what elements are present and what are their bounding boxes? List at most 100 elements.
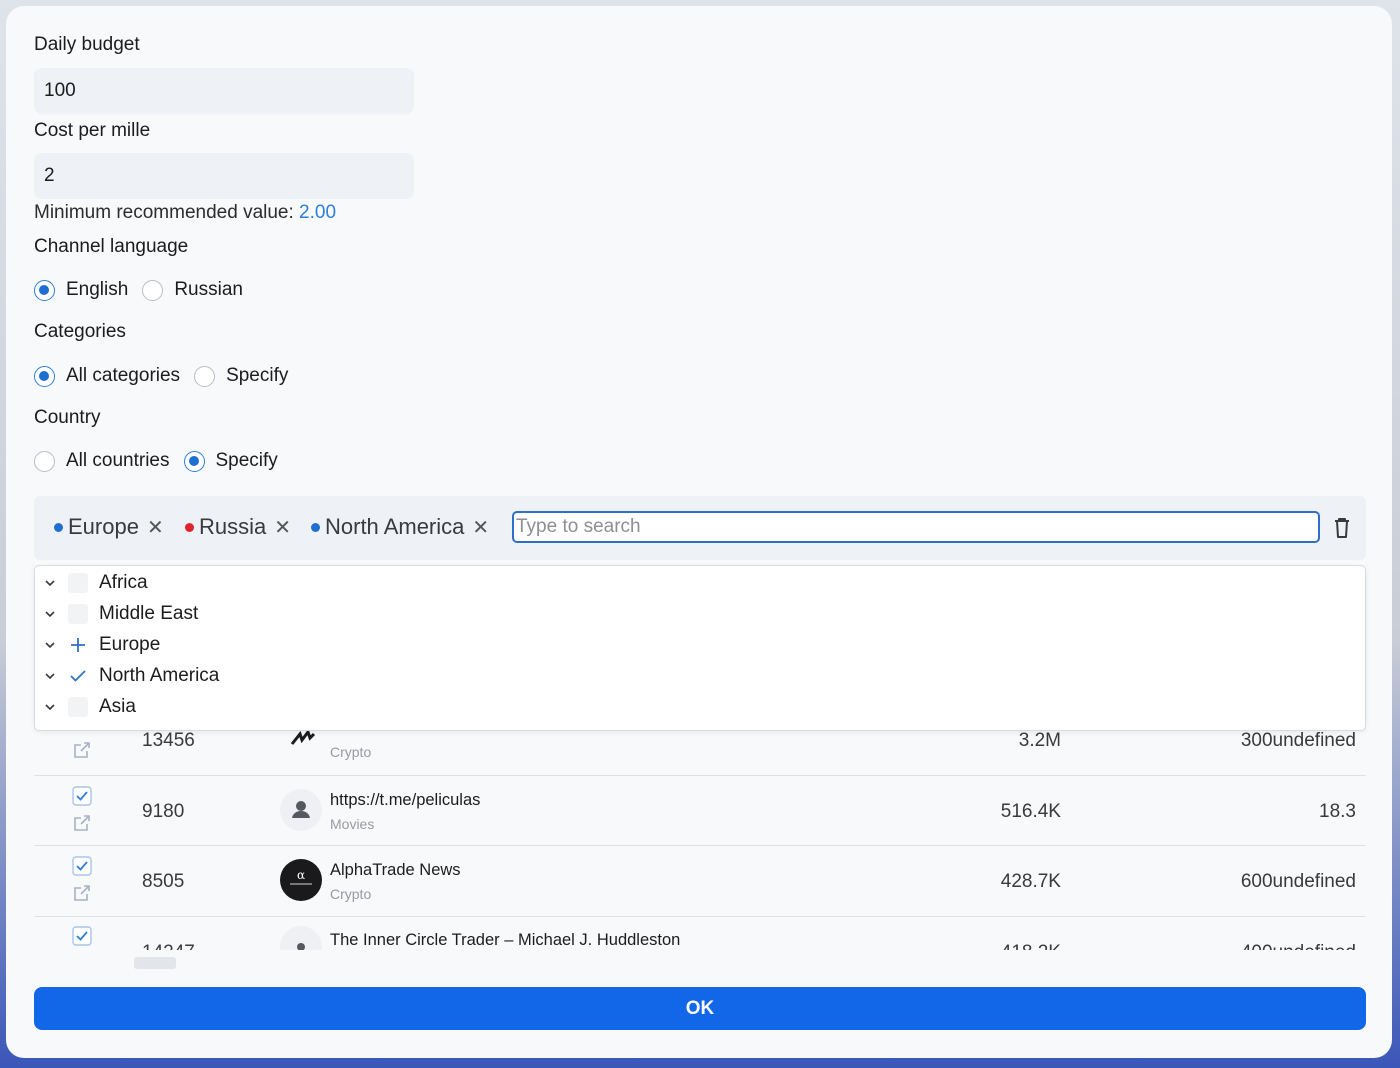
chevron-down-icon[interactable] [43,576,57,590]
daily-budget-input[interactable]: 100 [34,68,414,114]
chevron-down-icon[interactable] [43,700,57,714]
channel-subscribers: 516.4K [1000,801,1061,822]
channel-name[interactable]: https://t.me/peliculas [330,791,480,810]
tag-dot [185,522,194,532]
tree-item-label: Africa [99,572,148,593]
categories-label: Categories [34,321,126,342]
min-recommended-prefix: Minimum recommended value: [34,202,294,223]
country-tag-russia: Russia ✕ [185,510,291,544]
channel-subscribers: 418.2K [1001,942,1061,950]
row-checkbox[interactable] [72,926,92,946]
cpm-label: Cost per mille [34,120,151,141]
tag-label: Europe [68,514,139,539]
channel-price: 300undefined [1240,730,1356,751]
channel-id: 13456 [142,730,195,751]
svg-text:α: α [297,868,305,882]
country-search-input[interactable] [512,511,1320,543]
row-checkbox[interactable] [72,786,92,806]
radio-english[interactable]: English [34,279,128,301]
chevron-down-icon[interactable] [43,638,57,652]
radio-button[interactable] [183,450,205,472]
tree-checkbox[interactable] [68,697,88,717]
tree-item-label: Middle East [99,603,199,624]
daily-budget-label: Daily budget [34,34,140,55]
country-radio-group: All countries Specify [34,450,292,472]
channels-table: 13456 Crypto 3.2M 300undefined 9180 http… [34,706,1366,950]
radio-label: Specify [215,450,278,471]
user-icon [292,801,310,818]
tag-dot [54,522,63,532]
channel-price: 400undefined [1241,942,1356,950]
radio-label: All categories [66,365,181,386]
tree-item-label: North America [99,665,220,686]
min-recommended-value[interactable]: 2.00 [299,202,336,223]
external-link-icon[interactable] [72,740,92,760]
avatar [280,926,322,950]
min-recommended-hint: Minimum recommended value: 2.00 [34,202,336,224]
radio-russian[interactable]: Russian [142,279,243,301]
remove-tag-icon[interactable]: ✕ [472,515,489,540]
cpm-input[interactable]: 2 [34,153,414,199]
channel-id: 14247 [142,942,195,950]
chevron-down-icon[interactable] [43,607,57,621]
campaign-settings-modal: Daily budget 100 Cost per mille 2 Minimu… [6,6,1392,1058]
external-link-icon[interactable] [72,813,92,833]
channel-name[interactable]: The Inner Circle Trader – Michael J. Hud… [330,931,680,950]
alphatrade-logo-icon: α [290,868,312,885]
channel-id: 9180 [142,801,185,822]
channel-id: 8505 [142,871,185,892]
channel-category: Crypto [330,744,372,760]
language-radio-group: English Russian [34,279,257,301]
tree-item-label: Europe [99,634,161,655]
channel-category: Crypto [330,886,372,902]
radio-button[interactable] [34,450,55,472]
remove-tag-icon[interactable]: ✕ [274,515,291,540]
country-multiselect[interactable]: Europe ✕ Russia ✕ North America ✕ [34,496,1366,560]
external-link-icon[interactable] [72,883,92,903]
table-row: 8505 α AlphaTrade News Crypto 428.7K 600… [34,847,1366,917]
categories-radio-group: All categories Specify [34,365,302,387]
radio-button[interactable] [34,365,55,387]
channel-logo-icon [290,730,316,745]
channel-subscribers: 3.2M [1018,730,1061,751]
remove-tag-icon[interactable]: ✕ [147,515,164,540]
avatar: α [280,859,322,901]
radio-button[interactable] [194,365,216,387]
tag-dot [311,522,320,532]
radio-button[interactable] [34,279,55,301]
radio-label: Russian [174,279,243,300]
tree-checkbox[interactable] [68,573,88,593]
radio-specify-categories[interactable]: Specify [194,365,288,387]
table-row: 14247 The Inner Circle Trader – Michael … [34,918,1366,950]
channel-category: Movies [330,816,375,832]
chevron-down-icon[interactable] [43,669,57,683]
row-checkbox[interactable] [72,856,92,876]
country-label: Country [34,407,101,428]
checkmark-icon[interactable] [68,666,88,686]
ok-button[interactable]: OK [34,987,1366,1030]
horizontal-scrollbar[interactable] [134,957,176,969]
radio-label: English [66,279,129,300]
user-icon [297,943,305,950]
tag-label: North America [325,514,465,539]
radio-label: Specify [226,365,289,386]
channel-price: 18.3 [1319,801,1356,822]
trash-icon[interactable] [1332,516,1352,540]
plus-icon[interactable] [68,635,88,655]
tree-item-label: Asia [99,696,136,717]
channel-name[interactable]: AlphaTrade News [330,861,461,880]
country-dropdown: Africa Middle East Europe North America … [34,565,1366,731]
radio-all-countries[interactable]: All countries [34,450,170,472]
country-tag-europe: Europe ✕ [54,510,164,544]
table-row: 9180 https://t.me/peliculas Movies 516.4… [34,776,1366,846]
radio-label: All countries [66,450,170,471]
radio-all-categories[interactable]: All categories [34,365,180,387]
country-tag-north-america: North America ✕ [311,510,489,544]
tag-label: Russia [199,514,267,539]
channel-subscribers: 428.7K [1000,871,1061,892]
channel-language-label: Channel language [34,236,189,257]
avatar [280,789,322,831]
radio-specify-countries[interactable]: Specify [183,450,278,472]
radio-button[interactable] [142,279,164,301]
tree-checkbox[interactable] [68,604,88,624]
